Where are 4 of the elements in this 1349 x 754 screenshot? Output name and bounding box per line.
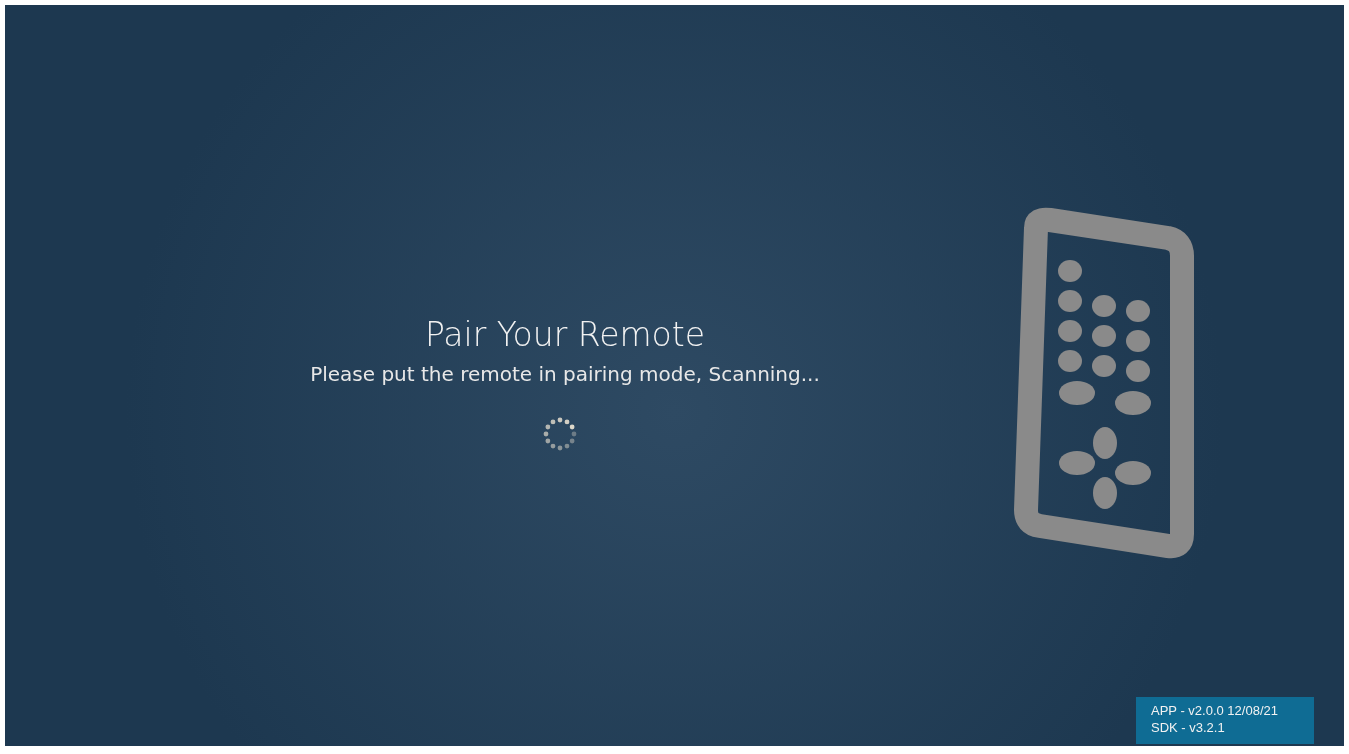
page-title: Pair Your Remote: [424, 315, 706, 354]
status-message: Please put the remote in pairing mode, Scanning...: [310, 362, 820, 386]
app-version-text: APP - v2.0.0 12/08/21: [1151, 702, 1279, 719]
sdk-version-text: SDK - v3.2.1: [1151, 719, 1226, 736]
